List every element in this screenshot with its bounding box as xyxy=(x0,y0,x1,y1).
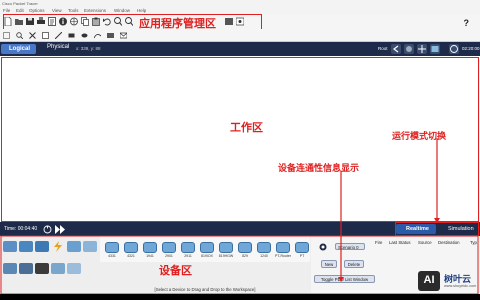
menu-help[interactable]: Help xyxy=(137,8,146,13)
drag-instruction: [Select a Device to Drag and Drop to the… xyxy=(154,287,256,292)
select-icon[interactable] xyxy=(3,32,10,39)
draw-rectangle-icon[interactable] xyxy=(68,32,75,39)
connections-category-icon[interactable] xyxy=(51,241,65,252)
set-background-icon[interactable] xyxy=(430,44,440,54)
workspace-nav-bar: Logical Physical x: 339, y: 88 Root 02:2… xyxy=(0,42,480,56)
column-fire: Fire xyxy=(375,240,383,245)
menu-view[interactable]: View xyxy=(52,8,62,13)
column-source: Source xyxy=(418,240,432,245)
physical-tab-label: Physical xyxy=(47,44,70,50)
subcategory-icon-5[interactable] xyxy=(67,263,81,274)
move-object-icon[interactable] xyxy=(417,44,427,54)
workspace-annotation: 工作区 xyxy=(230,121,263,134)
device-pt[interactable]: PT xyxy=(293,241,311,259)
add-pdu-icon[interactable] xyxy=(107,32,114,39)
end-devices-category-icon[interactable] xyxy=(67,241,81,252)
clock-time: 02:20:00 xyxy=(462,46,480,51)
device-2911[interactable]: 2911 xyxy=(179,241,197,259)
watermark: AI 树叶云 www.shuyeidc.com xyxy=(418,270,480,294)
device-pt-router[interactable]: PT-Router xyxy=(274,241,292,259)
connectivity-annotation: 设备连通性信息显示 xyxy=(278,164,360,174)
note-icon[interactable] xyxy=(55,32,62,39)
menu-options[interactable]: Options xyxy=(29,8,45,13)
resize-icon[interactable] xyxy=(42,32,49,39)
device-2901[interactable]: 2901 xyxy=(160,241,178,259)
window-title: Cisco Packet Tracer xyxy=(2,1,38,6)
help-icon[interactable]: ? xyxy=(462,18,470,27)
column-type: Typ xyxy=(470,240,477,245)
inspect-icon[interactable] xyxy=(16,32,23,39)
mode-highlight-box xyxy=(395,222,479,236)
column-last-status: Last Status xyxy=(389,240,411,245)
fast-forward-icon[interactable] xyxy=(55,225,65,234)
wan-category-icon[interactable] xyxy=(83,241,97,252)
routers-category-icon[interactable] xyxy=(3,241,17,252)
menu-file[interactable]: File xyxy=(3,8,10,13)
device-annotation: 设备区 xyxy=(159,264,192,277)
scenario-icon xyxy=(319,243,327,251)
menu-bar: File Edit Options View Tools Extensions … xyxy=(0,7,480,14)
hubs-category-icon[interactable] xyxy=(35,241,49,252)
footer-strip xyxy=(0,294,480,300)
subcategory-icon-3[interactable] xyxy=(35,263,49,274)
watermark-url: www.shuyeidc.com xyxy=(444,284,477,288)
menu-edit[interactable]: Edit xyxy=(16,8,24,13)
edit-toolbar xyxy=(0,29,480,42)
scenario-select[interactable]: Scenario 0 xyxy=(335,243,365,250)
viewport-icon[interactable] xyxy=(449,44,459,54)
switches-category-icon[interactable] xyxy=(19,241,33,252)
device-4331[interactable]: 4331 xyxy=(103,241,121,259)
draw-ellipse-icon[interactable] xyxy=(81,32,88,39)
menu-extensions[interactable]: Extensions xyxy=(84,8,106,13)
elapsed-time: Time: 00:04:40 xyxy=(4,226,38,232)
delete-scenario-button[interactable]: Delete xyxy=(344,260,364,268)
toolbar-highlight-box xyxy=(3,14,262,30)
column-destination: Destination xyxy=(438,240,460,245)
menu-window[interactable]: Window xyxy=(114,8,130,13)
device-1941[interactable]: 1941 xyxy=(141,241,159,259)
add-complex-pdu-icon[interactable] xyxy=(120,32,127,39)
new-scenario-button[interactable]: New xyxy=(321,260,337,268)
device-1240[interactable]: 1240 xyxy=(255,241,273,259)
cursor-coordinates: x: 339, y: 88 xyxy=(76,46,101,51)
device-819hgw[interactable]: 819HGW xyxy=(217,241,235,259)
svg-text:?: ? xyxy=(464,18,470,27)
root-label: Root xyxy=(378,46,388,51)
delete-icon[interactable] xyxy=(29,32,36,39)
tab-physical[interactable]: Physical xyxy=(39,44,69,50)
device-list: 4331 4321 1941 2901 2911 819IOX 819HGW 8… xyxy=(100,236,310,262)
power-cycle-icon[interactable] xyxy=(43,225,52,234)
mode-annotation: 运行模式切换 xyxy=(392,132,447,142)
watermark-badge: AI xyxy=(418,271,440,291)
menu-tools[interactable]: Tools xyxy=(68,8,79,13)
device-829[interactable]: 829 xyxy=(236,241,254,259)
subcategory-icon-1[interactable] xyxy=(3,263,17,274)
title-bar: Cisco Packet Tracer xyxy=(0,0,480,7)
subcategory-icon-4[interactable] xyxy=(51,263,65,274)
logical-tab-label: Logical xyxy=(9,46,31,52)
device-819iox[interactable]: 819IOX xyxy=(198,241,216,259)
tab-logical[interactable]: Logical xyxy=(1,44,36,54)
new-cluster-icon[interactable] xyxy=(404,44,414,54)
back-arrow-icon[interactable] xyxy=(391,44,401,54)
subcategory-icon-2[interactable] xyxy=(19,263,33,274)
draw-freeform-icon[interactable] xyxy=(94,32,101,39)
device-4321[interactable]: 4321 xyxy=(122,241,140,259)
toggle-pdu-list-button[interactable]: Toggle PDU List Window xyxy=(314,275,375,283)
